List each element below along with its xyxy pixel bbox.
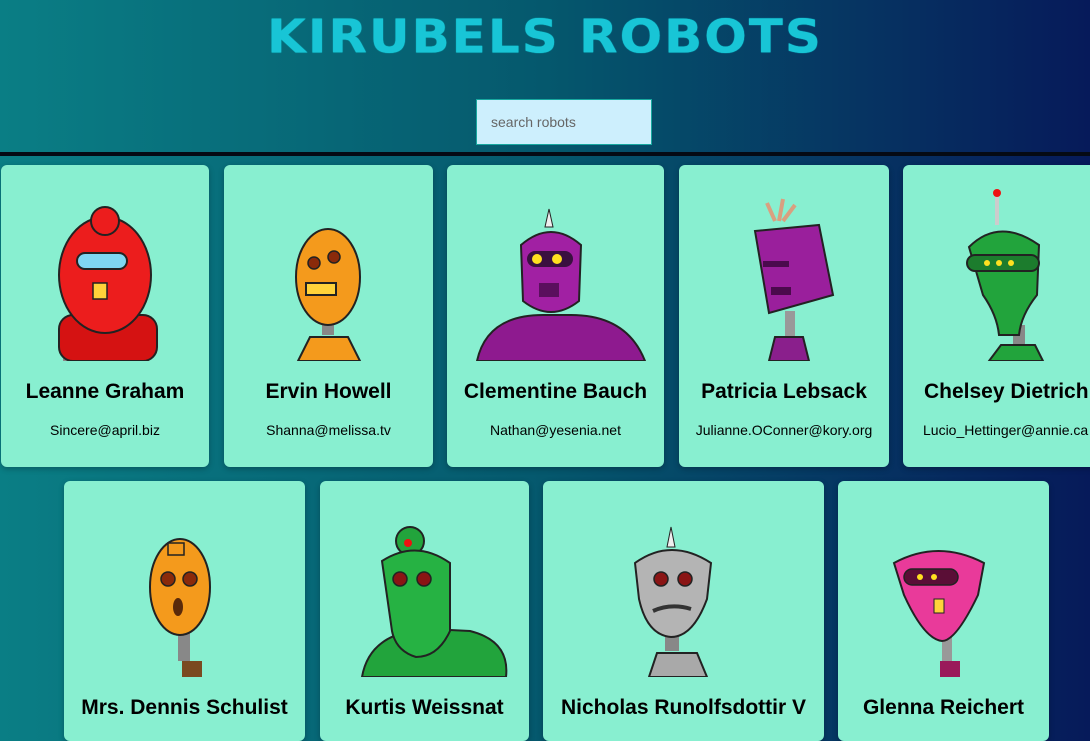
robot-name: Chelsey Dietrich	[924, 380, 1089, 403]
robot-card[interactable]: Mrs. Dennis Schulist	[64, 481, 305, 741]
robot-name: Mrs. Dennis Schulist	[81, 696, 288, 719]
robot-email: Shanna@melissa.tv	[266, 422, 391, 438]
page-title: KIRUBELS ROBOTS	[267, 10, 823, 64]
robot-name: Patricia Lebsack	[701, 380, 867, 403]
search-input[interactable]	[476, 99, 652, 145]
robot-email: Nathan@yesenia.net	[490, 422, 621, 438]
robot-name: Kurtis Weissnat	[345, 696, 504, 719]
robot-email: Julianne.OConner@kory.org	[695, 422, 873, 438]
robot-card[interactable]: Leanne Graham Sincere@april.biz	[1, 165, 209, 467]
robot-name: Leanne Graham	[25, 380, 185, 403]
robot-name: Ervin Howell	[265, 380, 392, 403]
robot-avatar-icon	[753, 198, 835, 361]
robot-avatar-icon	[633, 526, 713, 677]
robot-card[interactable]: Clementine Bauch Nathan@yesenia.net	[447, 165, 664, 467]
robot-card[interactable]: Ervin Howell Shanna@melissa.tv	[224, 165, 433, 467]
robot-card[interactable]: Glenna Reichert	[838, 481, 1049, 741]
robot-avatar-icon	[58, 206, 158, 361]
robot-avatar-icon	[475, 208, 647, 361]
robot-card[interactable]: Patricia Lebsack Julianne.OConner@kory.o…	[679, 165, 889, 467]
robot-avatar-icon	[892, 550, 986, 677]
robot-email: Sincere@april.biz	[50, 422, 160, 438]
robot-email: Lucio_Hettinger@annie.ca	[923, 422, 1089, 438]
robot-avatar-icon	[149, 538, 211, 677]
robot-name: Nicholas Runolfsdottir V	[560, 696, 806, 719]
robot-card[interactable]: Kurtis Weissnat	[320, 481, 529, 741]
robot-card[interactable]: Chelsey Dietrich Lucio_Hettinger@annie.c…	[903, 165, 1090, 467]
robot-avatar-icon	[360, 526, 508, 677]
robot-name: Clementine Bauch	[463, 380, 648, 403]
header-divider	[0, 152, 1090, 156]
robot-avatar-icon	[295, 228, 362, 361]
robot-name: Glenna Reichert	[862, 696, 1025, 719]
robot-card[interactable]: Nicholas Runolfsdottir V	[543, 481, 824, 741]
robot-avatar-icon	[966, 189, 1045, 361]
